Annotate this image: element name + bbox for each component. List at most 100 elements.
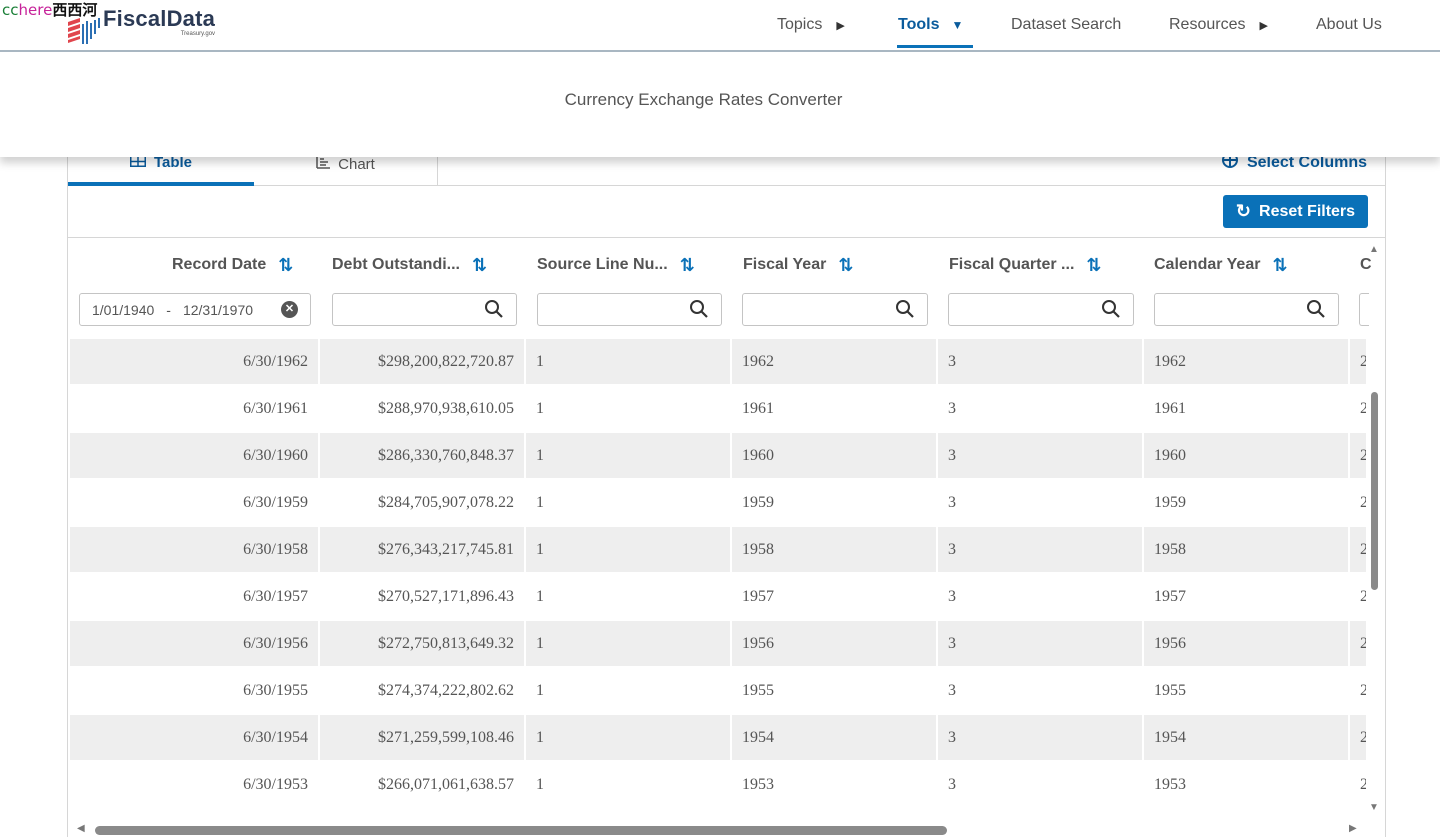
caret-right-icon: ▶ xyxy=(1259,19,1268,32)
column-label: Debt Outstandi... xyxy=(332,256,460,273)
fiscal-quarter-filter[interactable] xyxy=(948,293,1134,326)
caret-down-icon: ▼ xyxy=(951,18,964,32)
cell-source-line-number: 1 xyxy=(536,399,544,417)
cell-debt-outstanding: $298,200,822,720.87 xyxy=(320,339,524,384)
nav-dataset-search[interactable]: Dataset Search xyxy=(1011,16,1121,34)
overlay-text: cchere西西河 xyxy=(2,1,97,19)
date-from: 1/01/1940 xyxy=(92,301,155,318)
table-row: 6/30/1955 $274,374,222,802.62 1 1955 3 1955 2 xyxy=(70,668,1366,715)
sort-icon[interactable]: ⇅ xyxy=(1086,255,1101,276)
cell-partial-column: 2 xyxy=(1360,681,1366,699)
column-header-calendar-year[interactable]: Calendar Year ⇅ xyxy=(1154,253,1288,277)
vertical-scroll-thumb[interactable] xyxy=(1371,392,1378,590)
sort-icon[interactable]: ⇅ xyxy=(680,255,695,276)
record-date-filter[interactable]: 1/01/1940 - 12/31/1970 ✕ xyxy=(79,293,311,326)
nav-about-us-label: About Us xyxy=(1316,16,1382,33)
debt-outstanding-filter[interactable] xyxy=(332,293,517,326)
column-label: Calendar Year xyxy=(1154,256,1261,273)
chart-icon xyxy=(316,155,331,173)
cell-partial-column: 2 xyxy=(1360,493,1366,511)
cell-fiscal-quarter: 3 xyxy=(938,433,1142,478)
cell-record-date: 6/30/1958 xyxy=(70,527,318,572)
table-row: 6/30/1958 $276,343,217,745.81 1 1958 3 1958 2 xyxy=(70,527,1366,574)
cell-calendar-year: 1958 xyxy=(1144,527,1348,572)
cell-fiscal-quarter: 3 xyxy=(938,527,1142,572)
cell-fiscal-quarter: 3 xyxy=(948,681,956,699)
cell-fiscal-year: 1957 xyxy=(742,587,774,605)
sort-icon[interactable]: ⇅ xyxy=(838,255,853,276)
cell-source-line-number: 1 xyxy=(536,587,544,605)
table-row: 6/30/1959 $284,705,907,078.22 1 1959 3 1959 2 xyxy=(70,480,1366,527)
cell-fiscal-year: 1960 xyxy=(732,433,936,478)
cell-source-line-number: 1 xyxy=(526,715,730,760)
cell-debt-outstanding: $284,705,907,078.22 xyxy=(378,493,514,511)
logo-name: FiscalData xyxy=(103,6,216,31)
column-header-debt-outstanding[interactable]: Debt Outstandi... ⇅ xyxy=(332,253,487,277)
nav-about-us[interactable]: About Us xyxy=(1316,16,1382,34)
cell-fiscal-year: 1962 xyxy=(732,339,936,384)
scroll-left-icon[interactable]: ◀ xyxy=(77,823,85,834)
clear-filter-icon[interactable]: ✕ xyxy=(281,301,298,318)
nav-tools[interactable]: Tools ▼ xyxy=(898,16,963,34)
scroll-down-icon[interactable]: ▼ xyxy=(1369,802,1379,813)
cell-partial-column: 2 xyxy=(1360,399,1366,417)
nav-dataset-search-label: Dataset Search xyxy=(1011,16,1122,33)
active-nav-underline xyxy=(897,45,973,48)
cell-debt-outstanding: $266,071,061,638.57 xyxy=(378,775,514,793)
sort-icon[interactable]: ⇅ xyxy=(472,255,487,276)
calendar-year-filter[interactable] xyxy=(1154,293,1339,326)
cell-partial-column: 2 xyxy=(1350,621,1366,666)
divider xyxy=(68,237,1385,238)
fiscal-year-filter[interactable] xyxy=(742,293,928,326)
cell-record-date: 6/30/1957 xyxy=(243,587,308,605)
cell-record-date: 6/30/1953 xyxy=(243,775,308,793)
sort-icon[interactable]: ⇅ xyxy=(1272,255,1287,276)
nav-resources[interactable]: Resources ▶ xyxy=(1169,16,1268,34)
caret-right-icon: ▶ xyxy=(836,19,845,32)
table-row: 6/30/1956 $272,750,813,649.32 1 1956 3 1956 2 xyxy=(70,621,1366,668)
cell-debt-outstanding: $270,527,171,896.43 xyxy=(378,587,514,605)
reset-filters-button[interactable]: ↻ Reset Filters xyxy=(1223,195,1368,228)
scroll-up-icon[interactable]: ▲ xyxy=(1369,244,1379,255)
column-header-record-date[interactable]: Record Date ⇅ xyxy=(172,253,293,277)
reset-filters-label: Reset Filters xyxy=(1259,202,1356,220)
banner-title[interactable]: Currency Exchange Rates Converter xyxy=(0,90,1407,110)
vertical-scrollbar[interactable]: ▲ ▼ xyxy=(1367,244,1381,814)
cell-partial-column: 2 xyxy=(1360,587,1366,605)
horizontal-scroll-thumb[interactable] xyxy=(95,826,947,835)
cell-source-line-number: 1 xyxy=(536,493,544,511)
cell-source-line-number: 1 xyxy=(526,527,730,572)
search-icon xyxy=(1306,299,1326,319)
cell-partial-column: 2 xyxy=(1350,527,1366,572)
tab-chart-label: Chart xyxy=(338,155,375,173)
column-header-fiscal-quarter[interactable]: Fiscal Quarter ... ⇅ xyxy=(949,253,1101,277)
overlay-part3: 西西河 xyxy=(52,1,98,19)
cell-record-date: 6/30/1955 xyxy=(243,681,308,699)
cell-source-line-number: 1 xyxy=(526,339,730,384)
nav-tools-label: Tools xyxy=(898,16,940,33)
column-header-source-line-number[interactable]: Source Line Nu... ⇅ xyxy=(537,253,695,277)
cell-fiscal-year: 1955 xyxy=(742,681,774,699)
cell-debt-outstanding: $288,970,938,610.05 xyxy=(378,399,514,417)
horizontal-scrollbar[interactable]: ◀ ▶ xyxy=(69,822,1367,837)
cell-debt-outstanding: $272,750,813,649.32 xyxy=(320,621,524,666)
column-label: Record Date xyxy=(172,256,267,273)
column-label: Fiscal Year xyxy=(743,256,827,273)
sort-icon[interactable]: ⇅ xyxy=(278,255,293,276)
source-line-filter[interactable] xyxy=(537,293,722,326)
search-icon xyxy=(689,299,709,319)
search-icon xyxy=(895,299,915,319)
cell-calendar-year: 1954 xyxy=(1144,715,1348,760)
cell-record-date: 6/30/1961 xyxy=(243,399,308,417)
cell-partial-column: 2 xyxy=(1360,775,1366,793)
cell-fiscal-quarter: 3 xyxy=(938,339,1142,384)
column-header-fiscal-year[interactable]: Fiscal Year ⇅ xyxy=(743,253,853,277)
scroll-right-icon[interactable]: ▶ xyxy=(1349,823,1357,834)
nav-topics[interactable]: Topics ▶ xyxy=(777,16,845,34)
cell-partial-column: 2 xyxy=(1350,433,1366,478)
overlay-part1: cc xyxy=(2,1,19,19)
reset-icon: ↻ xyxy=(1235,201,1252,221)
table-row: 6/30/1953 $266,071,061,638.57 1 1953 3 1953 2 xyxy=(70,762,1366,809)
cell-fiscal-year: 1959 xyxy=(742,493,774,511)
cell-source-line-number: 1 xyxy=(526,433,730,478)
